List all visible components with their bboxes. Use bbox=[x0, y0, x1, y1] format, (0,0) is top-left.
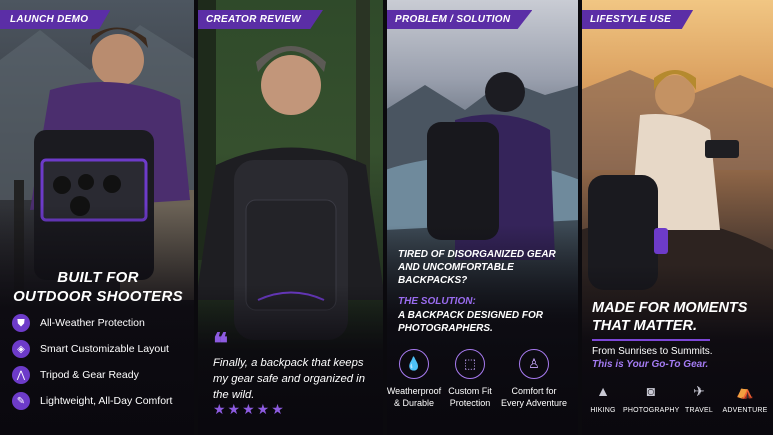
benefit-label: Comfort for Every Adventure bbox=[500, 386, 568, 408]
tent-icon: ⛺ bbox=[736, 383, 754, 399]
feature-label: Lightweight, All-Day Comfort bbox=[40, 395, 173, 407]
tag-lifestyle-use: LIFESTYLE USE bbox=[580, 10, 694, 29]
review-quote: Finally, a backpack that keeps my gear s… bbox=[213, 357, 365, 401]
panel-divider bbox=[578, 0, 582, 435]
quote-mark: ❝ bbox=[213, 327, 229, 360]
lifestyle-headline-line1: MADE FOR MOMENTS bbox=[592, 300, 748, 316]
lifestyle-subline: From Sunrises to Summits. bbox=[592, 346, 713, 357]
rating-stars: ★★★★★ bbox=[213, 401, 286, 417]
feature-item: ✎ Lightweight, All-Day Comfort bbox=[12, 392, 172, 410]
tripod-icon: ⋀ bbox=[12, 366, 30, 384]
feature-label: Tripod & Gear Ready bbox=[40, 369, 139, 381]
launch-headline-line1: BUILT FOR bbox=[57, 269, 139, 286]
feather-icon: ✎ bbox=[12, 392, 30, 410]
solution-label: THE SOLUTION: bbox=[398, 296, 476, 307]
headline-underline bbox=[592, 339, 710, 341]
launch-headline-line2: OUTDOOR SHOOTERS bbox=[13, 288, 183, 305]
feature-item: ⋀ Tripod & Gear Ready bbox=[12, 366, 139, 384]
person-icon: ♙ bbox=[519, 349, 549, 379]
panel-launch-demo: LAUNCH DEMO BUILT FOR OUTDOOR SHOOTERS ⛊… bbox=[0, 0, 196, 435]
shield-icon: ⛊ bbox=[12, 314, 30, 332]
feature-label: Smart Customizable Layout bbox=[40, 343, 169, 355]
tag-problem-solution: PROBLEM / SOLUTION bbox=[385, 10, 533, 29]
activity-item: ⛺ ADVENTURE bbox=[717, 383, 773, 414]
lifestyle-tagline: This is Your Go-To Gear. bbox=[592, 359, 709, 370]
feature-label: All-Weather Protection bbox=[40, 317, 145, 329]
box-icon: ⬚ bbox=[455, 349, 485, 379]
water-drop-icon: 💧 bbox=[399, 349, 429, 379]
tag-creator-review: CREATOR REVIEW bbox=[196, 10, 323, 29]
panel-divider bbox=[383, 0, 387, 435]
panel-divider bbox=[194, 0, 198, 435]
cube-icon: ◈ bbox=[12, 340, 30, 358]
feature-item: ◈ Smart Customizable Layout bbox=[12, 340, 169, 358]
feature-item: ⛊ All-Weather Protection bbox=[12, 314, 145, 332]
solution-text: A BACKPACK DESIGNED FOR PHOTOGRAPHERS. bbox=[398, 310, 544, 334]
tag-launch-demo: LAUNCH DEMO bbox=[0, 10, 111, 29]
lifestyle-headline-line2: THAT MATTER. bbox=[592, 318, 697, 334]
problem-text: TIRED OF DISORGANIZED GEAR AND UNCOMFORT… bbox=[398, 249, 556, 286]
